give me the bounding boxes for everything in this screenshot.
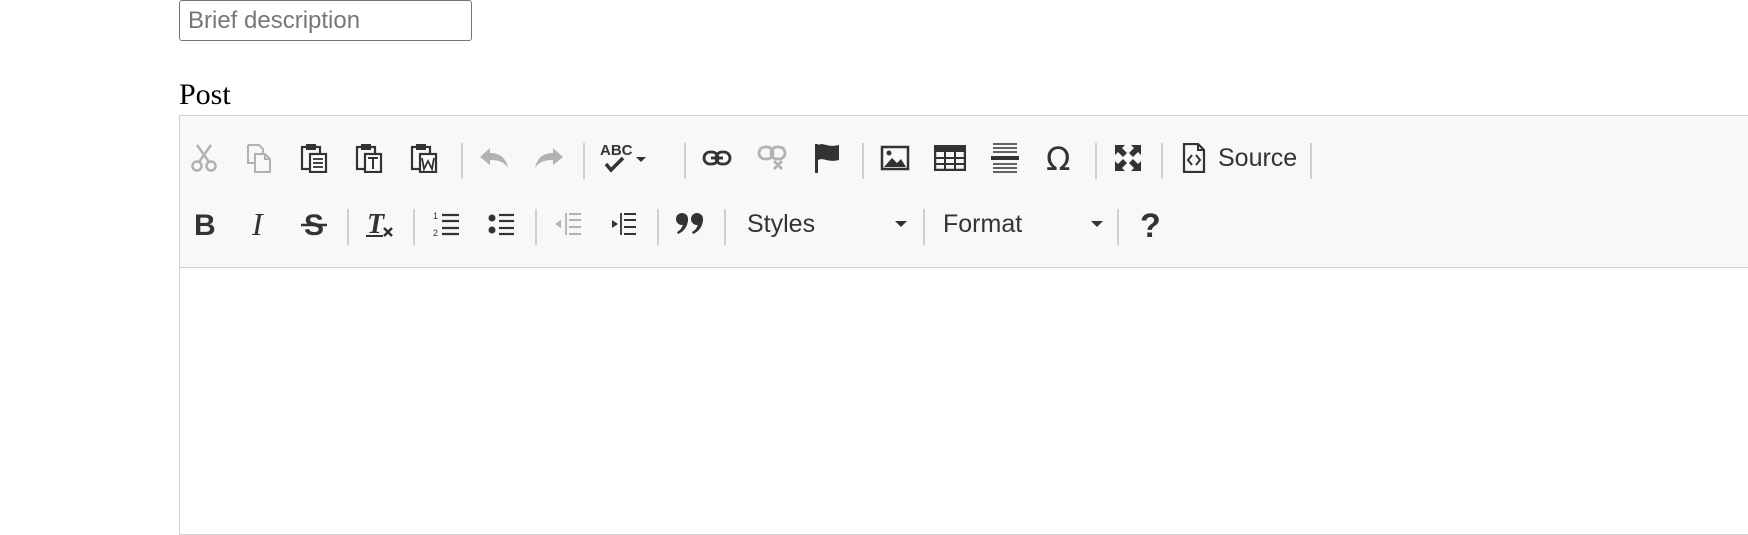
bulleted-list-button[interactable] (479, 198, 523, 250)
image-button[interactable] (873, 132, 917, 184)
redo-button[interactable] (527, 132, 571, 184)
toolbar-separator (535, 209, 537, 245)
svg-text:ABC: ABC (600, 142, 633, 159)
paste-button[interactable] (292, 132, 336, 184)
toolbar-separator (1161, 143, 1163, 179)
copy-button[interactable] (237, 132, 281, 184)
styles-label: Styles (747, 209, 816, 238)
bold-button[interactable]: B (182, 198, 226, 250)
paste-word-button[interactable] (402, 132, 446, 184)
editor-toolbar: ABC Ω Source B I S T 1 2 Styles Format ? (180, 116, 1748, 268)
unlink-button[interactable] (750, 132, 794, 184)
toolbar-separator (1095, 143, 1097, 179)
italic-button[interactable]: I (237, 198, 281, 250)
cut-button[interactable] (182, 132, 226, 184)
svg-text:2: 2 (433, 228, 438, 238)
link-icon (702, 150, 732, 166)
toolbar-separator (347, 209, 349, 245)
toolbar-separator (724, 209, 726, 245)
help-icon: ? (1140, 208, 1161, 240)
editor-content-area[interactable] (180, 268, 1748, 534)
strikethrough-button[interactable]: S (292, 198, 336, 250)
toolbar-separator (1310, 143, 1312, 179)
toolbar-separator (461, 143, 463, 179)
help-button[interactable]: ? (1128, 198, 1172, 250)
format-label: Format (943, 209, 1023, 238)
copy-icon (247, 144, 271, 173)
post-label: Post (179, 78, 231, 111)
rich-text-editor: ABC Ω Source B I S T 1 2 Styles Format ? (179, 115, 1748, 535)
flag-icon (815, 144, 839, 173)
undo-icon (480, 148, 508, 168)
increase-indent-button[interactable] (601, 198, 645, 250)
toolbar-separator (413, 209, 415, 245)
omega-icon: Ω (1046, 143, 1070, 173)
italic-icon: I (251, 209, 264, 239)
horizontal-rule-icon (991, 143, 1019, 173)
toolbar-separator (583, 143, 585, 179)
clipboard-word-icon (410, 144, 438, 173)
increase-indent-icon (612, 213, 636, 235)
svg-text:1: 1 (433, 211, 438, 221)
maximize-icon (1115, 145, 1141, 171)
blockquote-button[interactable] (668, 198, 712, 250)
toolbar-separator (657, 209, 659, 245)
anchor-button[interactable] (805, 132, 849, 184)
scissors-icon (191, 144, 217, 172)
decrease-indent-button[interactable] (546, 198, 590, 250)
link-button[interactable] (695, 132, 739, 184)
svg-text:T: T (367, 209, 386, 239)
image-icon (880, 145, 910, 171)
spellcheck-icon: ABC (600, 142, 646, 173)
source-button[interactable]: Source (1178, 132, 1301, 184)
source-label: Source (1218, 143, 1298, 172)
numbered-list-icon: 1 2 (433, 211, 459, 238)
bulleted-list-icon (488, 213, 514, 236)
svg-text:I: I (251, 209, 264, 239)
toolbar-separator (684, 143, 686, 179)
chevron-down-icon (895, 221, 907, 227)
svg-text:?: ? (1140, 208, 1161, 240)
svg-text:Ω: Ω (1046, 143, 1070, 173)
styles-dropdown[interactable]: Styles (735, 198, 915, 250)
horizontal-rule-button[interactable] (983, 132, 1027, 184)
clipboard-text-icon (355, 144, 383, 173)
table-button[interactable] (928, 132, 972, 184)
quote-icon (676, 213, 703, 234)
unlink-icon (757, 145, 787, 170)
special-char-button[interactable]: Ω (1038, 132, 1082, 184)
brief-description-input[interactable] (179, 0, 472, 41)
undo-button[interactable] (472, 132, 516, 184)
bold-icon: B (194, 209, 216, 239)
svg-text:B: B (194, 209, 216, 239)
maximize-button[interactable] (1106, 132, 1150, 184)
toolbar-separator (1117, 209, 1119, 245)
strikethrough-icon: S (301, 209, 327, 239)
remove-format-button[interactable]: T (358, 198, 402, 250)
clipboard-icon (300, 144, 328, 173)
redo-icon (535, 148, 563, 168)
format-dropdown[interactable]: Format (931, 198, 1111, 250)
decrease-indent-icon (555, 213, 581, 235)
toolbar-separator (862, 143, 864, 179)
toolbar-separator (923, 209, 925, 245)
table-icon (934, 145, 966, 171)
source-file-icon (1182, 143, 1206, 173)
chevron-down-icon (1091, 221, 1103, 227)
remove-format-icon: T (366, 209, 393, 239)
spellcheck-button[interactable]: ABC (594, 132, 652, 184)
paste-text-button[interactable] (347, 132, 391, 184)
numbered-list-button[interactable]: 1 2 (424, 198, 468, 250)
